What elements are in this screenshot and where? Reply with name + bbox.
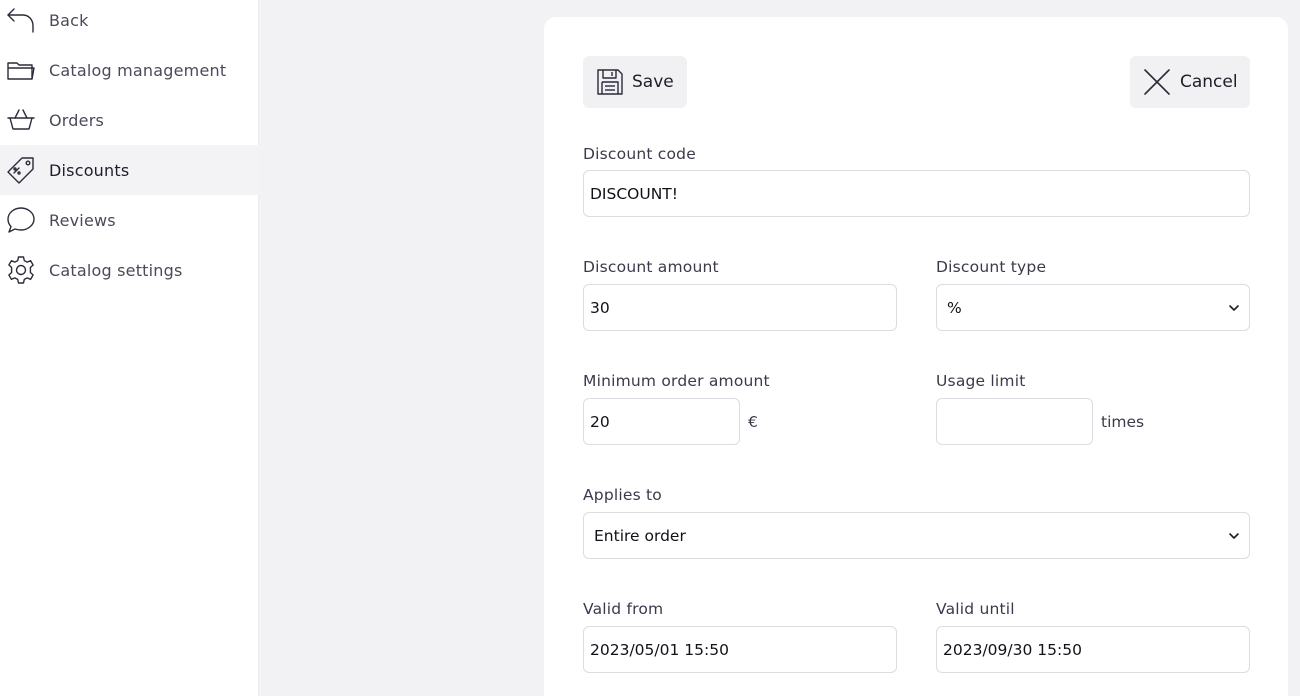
back-arrow-icon	[6, 5, 36, 35]
valid-until-value: 2023/09/30 15:50	[943, 640, 1082, 659]
valid-from-value: 2023/05/01 15:50	[590, 640, 729, 659]
minimum-order-amount-value: 20	[590, 412, 610, 431]
usage-limit-input[interactable]	[936, 398, 1093, 445]
floppy-disk-icon	[595, 67, 625, 97]
discount-code-value: DISCOUNT!	[590, 184, 678, 203]
sidebar: Back Catalog management Orders Discounts…	[0, 0, 259, 696]
discount-amount-input[interactable]: 30	[583, 284, 897, 331]
valid-from-label: Valid from	[583, 600, 664, 618]
gear-icon	[6, 255, 36, 285]
sidebar-item-label: Discounts	[49, 160, 130, 180]
close-icon	[1142, 67, 1172, 97]
discount-type-value: %	[947, 298, 962, 317]
chevron-down-icon	[1229, 304, 1239, 311]
speech-bubble-icon	[6, 205, 36, 235]
sidebar-item-label: Catalog management	[49, 60, 227, 80]
folder-icon	[6, 55, 36, 85]
applies-to-value: Entire order	[594, 526, 686, 545]
price-tag-icon	[6, 155, 36, 185]
minimum-order-amount-input[interactable]: 20	[583, 398, 740, 445]
minimum-order-amount-label: Minimum order amount	[583, 372, 770, 390]
sidebar-item-catalog-management[interactable]: Catalog management	[0, 45, 259, 95]
save-button-label: Save	[632, 72, 674, 92]
sidebar-item-label: Orders	[49, 110, 105, 130]
discount-type-label: Discount type	[936, 258, 1047, 276]
sidebar-item-reviews[interactable]: Reviews	[0, 195, 259, 245]
valid-until-input[interactable]: 2023/09/30 15:50	[936, 626, 1250, 673]
discount-amount-label: Discount amount	[583, 258, 719, 276]
sidebar-item-label: Catalog settings	[49, 260, 183, 280]
times-suffix: times	[1101, 413, 1145, 431]
currency-suffix: €	[748, 413, 758, 431]
discount-form-card: Save Cancel Discount code DISCOUNT! Disc…	[544, 17, 1288, 696]
usage-limit-label: Usage limit	[936, 372, 1026, 390]
discount-code-input[interactable]: DISCOUNT!	[583, 170, 1250, 217]
valid-from-input[interactable]: 2023/05/01 15:50	[583, 626, 897, 673]
sidebar-item-label: Back	[49, 10, 89, 30]
sidebar-item-back[interactable]: Back	[0, 0, 259, 45]
sidebar-item-catalog-settings[interactable]: Catalog settings	[0, 245, 259, 295]
valid-until-label: Valid until	[936, 600, 1015, 618]
save-button[interactable]: Save	[583, 56, 687, 108]
sidebar-item-discounts[interactable]: Discounts	[0, 145, 259, 195]
applies-to-label: Applies to	[583, 486, 662, 504]
basket-icon	[6, 105, 36, 135]
sidebar-item-label: Reviews	[49, 210, 116, 230]
cancel-button-label: Cancel	[1180, 72, 1238, 92]
discount-amount-value: 30	[590, 298, 610, 317]
applies-to-select[interactable]: Entire order	[583, 512, 1250, 559]
chevron-down-icon	[1229, 532, 1239, 539]
cancel-button[interactable]: Cancel	[1130, 56, 1250, 108]
sidebar-item-orders[interactable]: Orders	[0, 95, 259, 145]
discount-type-select[interactable]: %	[936, 284, 1250, 331]
discount-code-label: Discount code	[583, 145, 696, 163]
